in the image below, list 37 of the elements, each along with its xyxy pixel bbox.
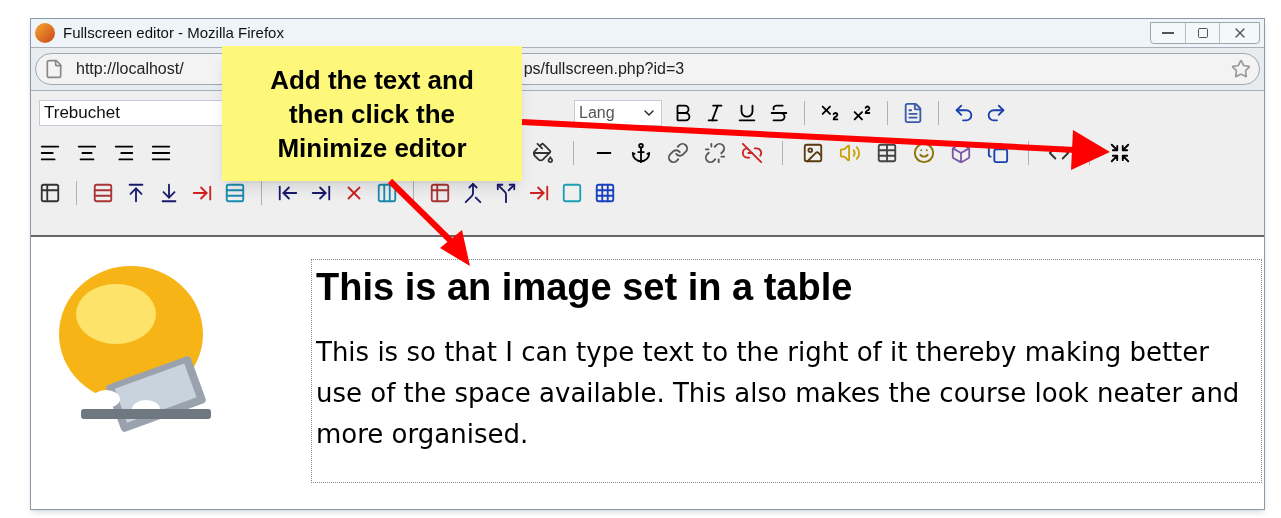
remove-link-icon[interactable]: [741, 142, 763, 164]
undo-icon[interactable]: [953, 102, 975, 124]
maximize-icon: [1196, 27, 1209, 39]
link-icon[interactable]: [667, 142, 689, 164]
cell-properties-icon[interactable]: [429, 182, 451, 204]
unlink-icon[interactable]: [704, 142, 726, 164]
window-title: Fullscreen editor - Mozilla Firefox: [63, 22, 284, 43]
url-text: ps/fullscreen.php?id=3: [523, 59, 685, 79]
callout-text: Minimize editor: [277, 131, 467, 165]
browser-logo-icon: [35, 23, 55, 43]
smiley-icon[interactable]: [913, 142, 935, 164]
heading: This is an image set in a table: [316, 265, 854, 310]
merge-cells-icon[interactable]: [462, 182, 484, 204]
table-cell[interactable]: This is an image set in a table This is so that I can type text to the right of it thereby making better use of the space available. This also makes the course look neater and more organised.: [311, 259, 1262, 483]
underline-icon[interactable]: [736, 102, 758, 124]
row-properties-icon[interactable]: [92, 182, 114, 204]
minimize-icon: [1162, 32, 1174, 34]
url-text: http://localhost/: [76, 59, 184, 79]
paragraph: This is so that I can type text to the right of it thereby making better use of the space available. This also makes the course look neater and more organised.: [316, 335, 1241, 451]
redo-icon[interactable]: [985, 102, 1007, 124]
table-properties-icon[interactable]: [39, 182, 61, 204]
paint-bucket-icon[interactable]: [532, 142, 554, 164]
anchor-icon[interactable]: [630, 142, 652, 164]
strikethrough-icon[interactable]: [768, 102, 790, 124]
bookmark-star-icon[interactable]: [1231, 59, 1251, 79]
cell-icon[interactable]: [561, 182, 583, 204]
table-icon[interactable]: [876, 142, 898, 164]
columns-icon[interactable]: [376, 182, 398, 204]
split-cells-icon[interactable]: [495, 182, 517, 204]
image-icon[interactable]: [802, 142, 824, 164]
editor-area[interactable]: This is an image set in a table This is so that I can type text to the right of it thereby making better use of the space available. This also makes the course look neater and more organised.: [31, 237, 1264, 509]
language-select[interactable]: Lang: [574, 100, 662, 126]
minimize-editor-icon[interactable]: [1109, 142, 1131, 164]
page-icon: [44, 59, 64, 79]
grid-icon[interactable]: [594, 182, 616, 204]
rows-icon[interactable]: [224, 182, 246, 204]
word-document-icon[interactable]: [902, 102, 924, 124]
